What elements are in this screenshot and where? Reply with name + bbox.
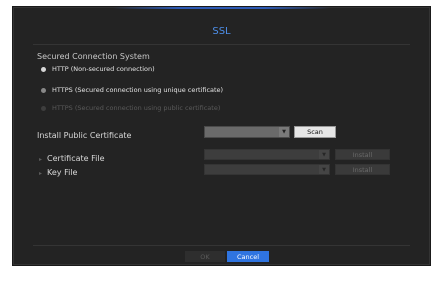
title-divider — [33, 44, 410, 45]
radio-icon — [41, 87, 46, 93]
key-file-row: ▸ Key File — [39, 168, 77, 177]
install-public-certificate-label: Install Public Certificate — [37, 131, 132, 140]
radio-icon — [41, 105, 46, 111]
chevron-down-icon: ▼ — [279, 127, 289, 137]
chevron-right-icon: ▸ — [39, 170, 43, 177]
chevron-down-icon: ▼ — [319, 150, 329, 159]
scan-button[interactable]: Scan — [294, 126, 336, 138]
key-file-select[interactable]: ▼ — [204, 164, 330, 175]
radio-icon — [41, 66, 46, 72]
radio-http-label: HTTP (Non-secured connection) — [52, 65, 155, 73]
radio-http[interactable]: HTTP (Non-secured connection) — [41, 65, 155, 73]
cancel-button[interactable]: Cancel — [227, 251, 269, 262]
dialog-title: SSL — [212, 26, 231, 37]
key-install-button[interactable]: Install — [335, 164, 390, 175]
radio-https-public-label: HTTPS (Secured connection using public c… — [52, 104, 221, 112]
public-certificate-select[interactable]: ▼ — [204, 126, 290, 138]
chevron-right-icon: ▸ — [39, 156, 43, 163]
certificate-install-button[interactable]: Install — [335, 149, 390, 160]
certificate-file-row: ▸ Certificate File — [39, 154, 105, 163]
key-file-label: Key File — [47, 168, 78, 177]
footer-divider — [33, 245, 410, 246]
chevron-down-icon: ▼ — [319, 165, 329, 174]
secured-connection-title: Secured Connection System — [37, 52, 150, 61]
ssl-dialog: SSL Secured Connection System HTTP (Non-… — [12, 6, 431, 266]
radio-https-public: HTTPS (Secured connection using public c… — [41, 104, 220, 112]
certificate-file-select[interactable]: ▼ — [204, 149, 330, 160]
radio-https-unique[interactable]: HTTPS (Secured connection using unique c… — [41, 86, 223, 94]
ok-button: OK — [185, 251, 225, 262]
certificate-file-label: Certificate File — [47, 154, 105, 163]
top-accent-line — [113, 7, 330, 9]
radio-https-unique-label: HTTPS (Secured connection using unique c… — [52, 86, 224, 94]
